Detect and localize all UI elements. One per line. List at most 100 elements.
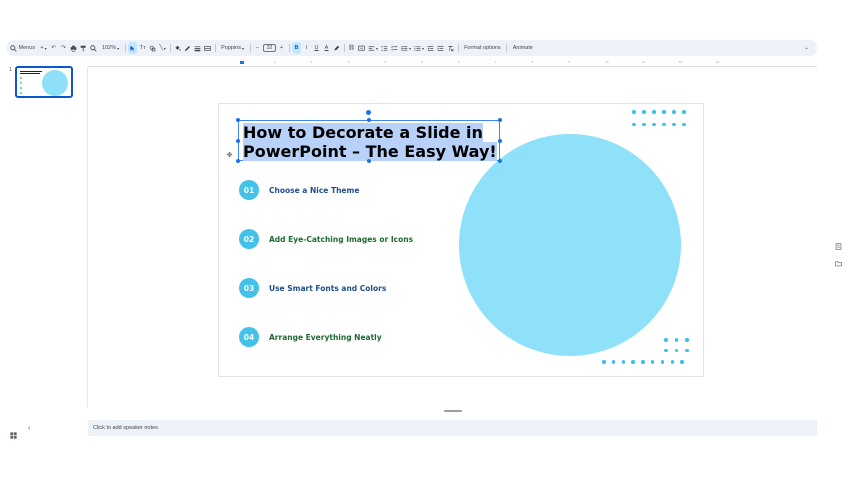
font-select[interactable]: Poppins ▾ xyxy=(218,42,247,54)
dot-pattern-bottom[interactable] xyxy=(602,360,684,364)
shapes-icon xyxy=(149,45,156,51)
undo-button[interactable]: ↶ xyxy=(49,42,58,54)
new-slide-button[interactable]: + ▾ xyxy=(39,42,48,54)
move-icon[interactable]: ✥ xyxy=(225,151,234,160)
notes-icon xyxy=(835,243,842,250)
list-item[interactable]: 03 Use Smart Fonts and Colors xyxy=(239,278,386,298)
grid-view-button[interactable] xyxy=(10,426,17,439)
explore-panel-button[interactable] xyxy=(835,254,842,267)
search-menus-button[interactable]: Menus xyxy=(7,42,39,54)
align-left-icon xyxy=(368,45,375,51)
zoom-select[interactable]: 102% ▾ xyxy=(99,42,122,54)
decorative-dot xyxy=(674,348,678,352)
numbered-list-button[interactable]: ▾ xyxy=(413,42,425,54)
decorative-dot xyxy=(602,360,606,364)
resize-handle[interactable] xyxy=(498,139,502,143)
decorative-dot xyxy=(672,110,676,114)
caret-down-icon: ▾ xyxy=(163,45,166,51)
redo-button[interactable]: ↷ xyxy=(59,42,68,54)
fill-color-button[interactable] xyxy=(173,42,182,54)
speaker-notes-panel-button[interactable] xyxy=(835,237,842,250)
border-weight-button[interactable] xyxy=(193,42,202,54)
line-button[interactable]: ╲ ▾ xyxy=(158,42,167,54)
undo-icon: ↶ xyxy=(51,45,56,51)
rotate-handle[interactable] xyxy=(366,110,371,115)
decorative-dot xyxy=(641,360,645,364)
resize-handle[interactable] xyxy=(367,118,371,122)
dot-pattern-top-right[interactable] xyxy=(632,110,686,126)
bulleted-list-button[interactable]: ▾ xyxy=(400,42,412,54)
decrease-indent-button[interactable] xyxy=(426,42,435,54)
zoom-value: 102% xyxy=(102,45,117,51)
select-tool-button[interactable] xyxy=(128,42,138,54)
collapse-toolbar-button[interactable]: ⌄ xyxy=(802,42,811,54)
clear-formatting-button[interactable] xyxy=(446,42,455,54)
font-value: Poppins xyxy=(221,45,241,51)
border-dash-button[interactable] xyxy=(203,42,212,54)
insert-link-button[interactable]: ⛓ xyxy=(347,42,356,54)
border-color-button[interactable] xyxy=(183,42,192,54)
checklist-icon xyxy=(391,45,398,51)
horizontal-ruler[interactable]: 1 2 3 4 5 6 7 8 9 10 11 12 13 xyxy=(88,60,817,67)
ruler-label: 1 xyxy=(274,60,276,64)
thumbnail-bullet xyxy=(20,87,22,89)
resize-handle[interactable] xyxy=(498,118,502,122)
format-options-button[interactable]: Format options xyxy=(461,42,504,54)
toolbar-divider xyxy=(214,44,216,52)
title-line-2: PowerPoint – The Easy Way! xyxy=(243,142,497,161)
speaker-notes[interactable]: Click to add speaker notes xyxy=(88,420,817,436)
collapse-filmstrip-button[interactable]: ‹ xyxy=(28,425,30,432)
item-label[interactable]: Use Smart Fonts and Colors xyxy=(269,284,386,293)
item-label[interactable]: Arrange Everything Neatly xyxy=(269,333,382,342)
bulleted-list-icon xyxy=(401,45,408,51)
zoom-button[interactable] xyxy=(89,42,98,54)
add-comment-button[interactable] xyxy=(357,42,366,54)
decorative-dot xyxy=(621,360,626,364)
decorative-dot xyxy=(652,110,656,114)
resize-handle[interactable] xyxy=(236,139,240,143)
list-item[interactable]: 01 Choose a Nice Theme xyxy=(239,180,359,200)
thumbnail-bullet xyxy=(20,92,22,94)
list-item[interactable]: 02 Add Eye-Catching Images or Icons xyxy=(239,229,413,249)
resize-handle[interactable] xyxy=(498,159,502,163)
title-text-box[interactable]: How to Decorate a Slide in PowerPoint – … xyxy=(236,110,502,163)
decorative-dot xyxy=(632,122,636,126)
decorative-circle[interactable] xyxy=(459,134,681,356)
resize-handle[interactable] xyxy=(367,159,371,163)
highlight-color-button[interactable] xyxy=(332,42,341,54)
underline-button[interactable]: U xyxy=(312,42,321,54)
text-color-button[interactable]: A xyxy=(322,42,331,54)
increase-indent-button[interactable] xyxy=(436,42,445,54)
toolbar-divider xyxy=(343,44,345,52)
caret-down-icon: ▾ xyxy=(242,45,245,51)
checklist-button[interactable] xyxy=(390,42,399,54)
slide[interactable]: How to Decorate a Slide in PowerPoint – … xyxy=(219,104,703,376)
notes-resize-handle[interactable] xyxy=(444,410,462,412)
decrease-font-size-button[interactable]: − xyxy=(253,42,262,54)
animate-button[interactable]: Animate xyxy=(510,42,536,54)
increase-font-size-button[interactable]: + xyxy=(277,42,286,54)
font-size-input[interactable]: 32 xyxy=(263,44,277,52)
ruler-label: 3 xyxy=(347,60,350,64)
print-button[interactable] xyxy=(69,42,78,54)
caret-down-icon: ▾ xyxy=(409,45,412,51)
resize-handle[interactable] xyxy=(236,118,240,122)
resize-handle[interactable] xyxy=(236,159,240,163)
item-label[interactable]: Choose a Nice Theme xyxy=(269,186,359,195)
bold-button[interactable]: B xyxy=(292,42,302,54)
align-button[interactable]: ▾ xyxy=(367,42,379,54)
text-box-button[interactable]: Tт xyxy=(138,42,147,54)
item-label[interactable]: Add Eye-Catching Images or Icons xyxy=(269,235,413,244)
list-item[interactable]: 04 Arrange Everything Neatly xyxy=(239,327,382,347)
line-spacing-button[interactable] xyxy=(380,42,389,54)
slide-title[interactable]: How to Decorate a Slide in PowerPoint – … xyxy=(243,123,497,161)
slide-thumbnail[interactable] xyxy=(15,66,73,98)
chevron-down-icon: ⌄ xyxy=(804,45,809,51)
dot-pattern-bottom-right[interactable] xyxy=(664,338,689,352)
image-button[interactable] xyxy=(148,42,157,54)
indent-marker[interactable] xyxy=(240,61,244,64)
ruler-label: 11 xyxy=(642,60,646,64)
italic-button[interactable]: I xyxy=(302,42,311,54)
paint-format-button[interactable] xyxy=(79,42,88,54)
decorative-dot xyxy=(674,338,678,342)
